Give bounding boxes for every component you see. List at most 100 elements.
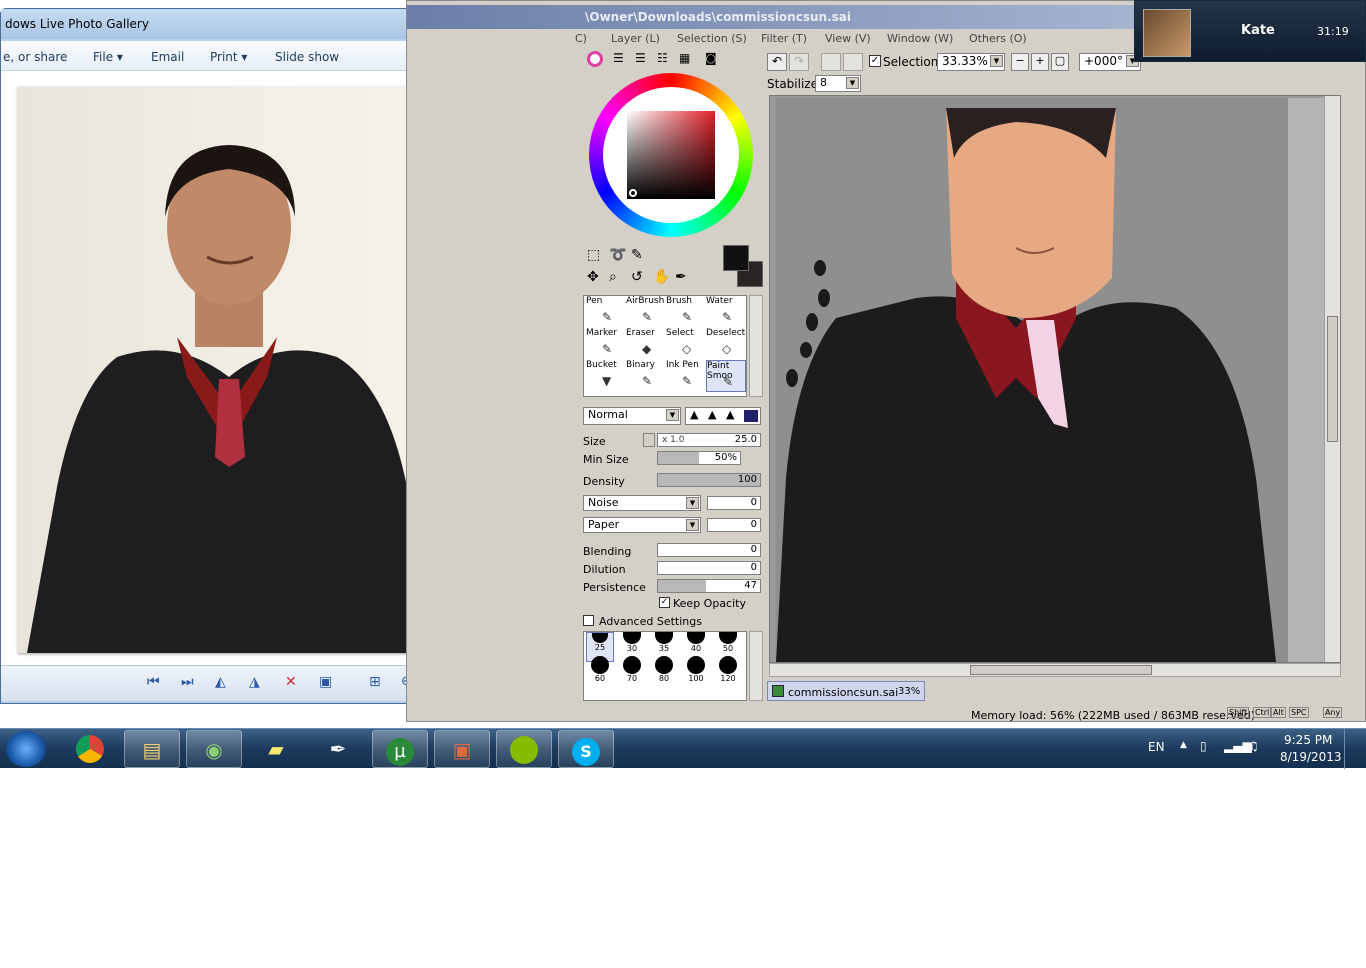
zoom-in-icon[interactable]: + [1031,53,1049,71]
invert-icon[interactable] [843,53,863,71]
taskbar-skype[interactable]: S [558,730,614,768]
min-size-slider[interactable]: 50% [657,451,741,465]
tool-deselect[interactable]: Deselect ◇ [706,328,746,360]
tool-airbrush[interactable]: AirBrush ✎ [626,296,666,328]
primary-color-swatch[interactable] [723,245,749,271]
brush-size-70[interactable]: 70 [618,654,646,684]
eyedropper-icon[interactable]: ✒ [675,269,687,285]
power-icon[interactable]: ▯ [1200,739,1207,753]
menu-fix-organize-share[interactable]: e, or share [3,50,67,64]
skype-call-notification[interactable]: Kate 31:19 [1134,0,1366,62]
taskbar-sai[interactable]: ▣ [434,730,490,768]
scratchpad-icon[interactable]: ▦ [679,51,690,65]
blending-slider[interactable]: 0 [657,543,761,557]
redo-icon[interactable]: ↷ [789,53,809,71]
taskbar-explorer[interactable]: ▤ [124,730,180,768]
noise-dropdown[interactable]: Noise ▼ [583,495,701,511]
alt-key[interactable]: Alt [1271,707,1286,718]
selection-checkbox[interactable]: ✓ [869,55,881,67]
taskbar-paint-tool[interactable]: ✒ [310,730,366,768]
rotate-left-icon[interactable]: ◭ [215,674,226,690]
persistence-slider[interactable]: 47 [657,579,761,593]
tool-brush[interactable]: Brush ✎ [666,296,706,328]
show-desktop-button[interactable] [1344,729,1366,769]
menu-file[interactable]: File ▾ [93,50,123,64]
blend-mode-dropdown[interactable]: Normal ▼ [583,407,681,425]
rotation-dropdown[interactable]: +000° ▼ [1079,53,1141,71]
shape-mid-icon[interactable]: ▲ [708,408,716,421]
taskbar-chrome[interactable] [62,730,118,768]
dilution-slider[interactable]: 0 [657,561,761,575]
shape-flat-icon[interactable] [744,410,758,422]
rotate-icon[interactable]: ↺ [631,269,643,285]
mixer-icon[interactable]: ◙ [705,51,717,65]
menu-others[interactable]: Others (O) [969,32,1027,45]
taskbar-sticky-notes[interactable]: ▰ [248,730,304,768]
keep-opacity-checkbox[interactable]: ✓ [659,597,670,608]
taskbar-utorrent[interactable]: µ [372,730,428,768]
menu-slide-show[interactable]: Slide show [275,50,339,64]
start-button[interactable] [6,731,46,767]
h-scrollbar-thumb[interactable] [970,665,1152,675]
undo-icon[interactable]: ↶ [767,53,787,71]
tool-select[interactable]: Select ◇ [666,328,706,360]
menu-layer[interactable]: Layer (L) [611,32,660,45]
size-slider[interactable]: x 1.0 25.0 [657,433,761,447]
density-slider[interactable]: 100 [657,473,761,487]
tool-ink-pen[interactable]: Ink Pen ✎ [666,360,706,392]
document-tab[interactable]: commissioncsun.sai 33% [767,681,925,701]
tool-water[interactable]: Water ✎ [706,296,746,328]
tool-pen[interactable]: Pen ✎ [586,296,626,328]
ctrl-key[interactable]: Ctrl [1253,707,1272,718]
brush-shape-selector[interactable]: ▲ ▲ ▲ [685,407,761,425]
language-indicator[interactable]: EN [1148,740,1165,754]
lasso-icon[interactable]: ➰ [609,247,626,263]
shape-hard-icon[interactable]: ▲ [726,408,734,421]
saturation-square[interactable] [627,111,715,199]
magic-wand-icon[interactable]: ✎ [631,247,643,263]
tool-scrollbar[interactable] [749,295,763,397]
rect-select-icon[interactable]: ⬚ [587,247,600,263]
canvas[interactable] [776,98,1288,662]
color-cursor[interactable] [629,189,637,197]
paper-dropdown[interactable]: Paper ▼ [583,517,701,533]
tool-eraser[interactable]: Eraser ◆ [626,328,666,360]
swatches-icon[interactable]: ☷ [657,51,668,65]
clock-time[interactable]: 9:25 PM [1284,733,1332,747]
menu-view[interactable]: View (V) [825,32,871,45]
scrollbar-thumb[interactable] [1327,316,1338,442]
any-key[interactable]: Any [1323,707,1343,718]
vertical-scrollbar[interactable] [1324,96,1340,662]
previous-icon[interactable]: ⏮ [147,674,160,690]
menu-filter[interactable]: Filter (T) [761,32,807,45]
tool-bucket[interactable]: Bucket ▼ [586,360,626,392]
show-hidden-icons[interactable]: ▲ [1180,740,1187,750]
brush-size-scrollbar[interactable] [749,631,763,701]
tool-paint-smooth[interactable]: Paint Smoo ✎ [706,360,746,392]
clock-date[interactable]: 8/19/2013 [1280,750,1342,764]
size-multiplier-button[interactable] [643,433,655,447]
stabilizer-dropdown[interactable]: 8 ▼ [815,75,861,92]
rotate-right-icon[interactable]: ◮ [249,674,260,690]
volume-icon[interactable]: ♫ [1248,739,1259,753]
hand-icon[interactable]: ✋ [653,269,670,285]
hsv-slider-icon[interactable]: ☰ [635,51,646,65]
shift-key[interactable]: Shift [1227,707,1250,718]
space-key[interactable]: SPC [1289,707,1309,718]
move-icon[interactable]: ✥ [587,269,599,285]
paper-value-field[interactable]: 0 [707,518,761,532]
zoom-reset-icon[interactable]: ▢ [1051,53,1069,71]
rgb-slider-icon[interactable]: ☰ [613,51,624,65]
tool-binary[interactable]: Binary ✎ [626,360,666,392]
advanced-settings-checkbox[interactable] [583,615,594,626]
taskbar-photo-gallery[interactable]: ◉ [186,730,242,768]
taskbar-spotify[interactable] [496,730,552,768]
zoom-out-icon[interactable]: − [1011,53,1029,71]
noise-value-field[interactable]: 0 [707,496,761,510]
brush-size-100[interactable]: 100 [682,654,710,684]
brush-size-60[interactable]: 60 [586,654,614,684]
shape-soft-icon[interactable]: ▲ [690,408,698,421]
menu-selection[interactable]: Selection (S) [677,32,747,45]
fit-icon[interactable]: ⊞ [369,674,381,690]
tool-marker[interactable]: Marker ✎ [586,328,626,360]
